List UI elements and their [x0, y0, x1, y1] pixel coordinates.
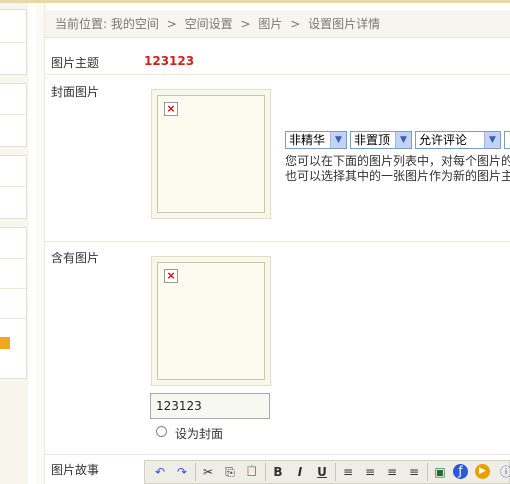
underline-button[interactable]: U	[313, 464, 331, 480]
cover-label: 封面图片	[51, 85, 100, 99]
redo-icon[interactable]: ↷	[173, 464, 191, 480]
justify-icon[interactable]: ≡	[405, 464, 423, 480]
picture-name-input[interactable]: 123123	[150, 393, 270, 419]
select-cutoff	[504, 131, 510, 149]
breadcrumb: 当前位置: 我的空间 > 空间设置 > 图片 > 设置图片详情	[45, 10, 510, 38]
chevron-down-icon: ▼	[395, 132, 411, 148]
breadcrumb-link-pictures[interactable]: 图片	[258, 17, 282, 31]
sidebar-block	[0, 83, 27, 147]
pinned-select[interactable]: 非置顶 ▼	[350, 131, 412, 149]
sidebar-active-marker	[0, 337, 10, 349]
help-text-line2: 也可以选择其中的一张图片作为新的图片主	[285, 169, 510, 183]
italic-button[interactable]: I	[291, 464, 309, 480]
cover-image[interactable]: ×	[157, 95, 265, 213]
sidebar-block	[0, 227, 27, 379]
featured-select[interactable]: 非精华 ▼	[285, 131, 347, 149]
info-icon[interactable]: ⓘ	[497, 464, 510, 480]
broken-image-icon: ×	[164, 269, 178, 283]
chevron-down-icon: ▼	[330, 132, 346, 148]
contains-label: 含有图片	[51, 251, 100, 265]
align-center-icon[interactable]: ≡	[361, 464, 379, 480]
flash-icon[interactable]: ƒ	[453, 464, 468, 479]
picture-thumbnail[interactable]: ×	[157, 262, 265, 380]
set-cover-radio[interactable]	[156, 426, 167, 437]
sidebar-block	[0, 9, 27, 75]
cover-image-frame: ×	[151, 89, 271, 219]
bold-button[interactable]: B	[269, 464, 287, 480]
breadcrumb-link-space[interactable]: 我的空间	[111, 17, 159, 31]
title-value: 123123	[144, 54, 195, 68]
top-border	[0, 0, 510, 3]
chevron-down-icon: ▼	[484, 132, 500, 148]
media-icon[interactable]: ▶	[475, 464, 490, 479]
breadcrumb-separator: >	[166, 17, 177, 31]
sidebar-block	[0, 155, 27, 219]
story-label: 图片故事	[51, 463, 100, 477]
featured-select-value: 非精华	[289, 133, 326, 147]
breadcrumb-separator: >	[290, 17, 301, 31]
help-text-line1: 您可以在下面的图片列表中，对每个图片的	[285, 154, 510, 168]
breadcrumb-prefix: 当前位置:	[55, 17, 108, 31]
picture-frame: ×	[151, 256, 271, 386]
paste-icon[interactable]: 📋	[243, 464, 261, 480]
insert-image-icon[interactable]: ▣	[431, 464, 449, 480]
breadcrumb-link-settings[interactable]: 空间设置	[185, 17, 233, 31]
editor-toolbar: ↶ ↷ ✂ ⎘ 📋 B I U ≡ ≡ ≡ ≡ ▣ ƒ ▶ ⓘ	[144, 460, 510, 484]
option-selects: 非精华 ▼ 非置顶 ▼ 允许评论 ▼	[285, 131, 510, 149]
align-left-icon[interactable]: ≡	[339, 464, 357, 480]
left-sidebar	[0, 3, 29, 484]
cut-icon[interactable]: ✂	[199, 464, 217, 480]
align-right-icon[interactable]: ≡	[383, 464, 401, 480]
breadcrumb-current: 设置图片详情	[308, 17, 381, 31]
set-cover-label: 设为封面	[175, 427, 224, 441]
undo-icon[interactable]: ↶	[151, 464, 169, 480]
pinned-select-value: 非置顶	[354, 133, 391, 147]
broken-image-icon: ×	[164, 102, 178, 116]
comments-select[interactable]: 允许评论 ▼	[415, 131, 501, 149]
breadcrumb-separator: >	[240, 17, 251, 31]
comments-select-value: 允许评论	[419, 133, 468, 147]
title-label: 图片主题	[51, 56, 100, 70]
help-text: 您可以在下面的图片列表中，对每个图片的 也可以选择其中的一张图片作为新的图片主	[285, 154, 510, 184]
copy-icon[interactable]: ⎘	[221, 464, 239, 480]
